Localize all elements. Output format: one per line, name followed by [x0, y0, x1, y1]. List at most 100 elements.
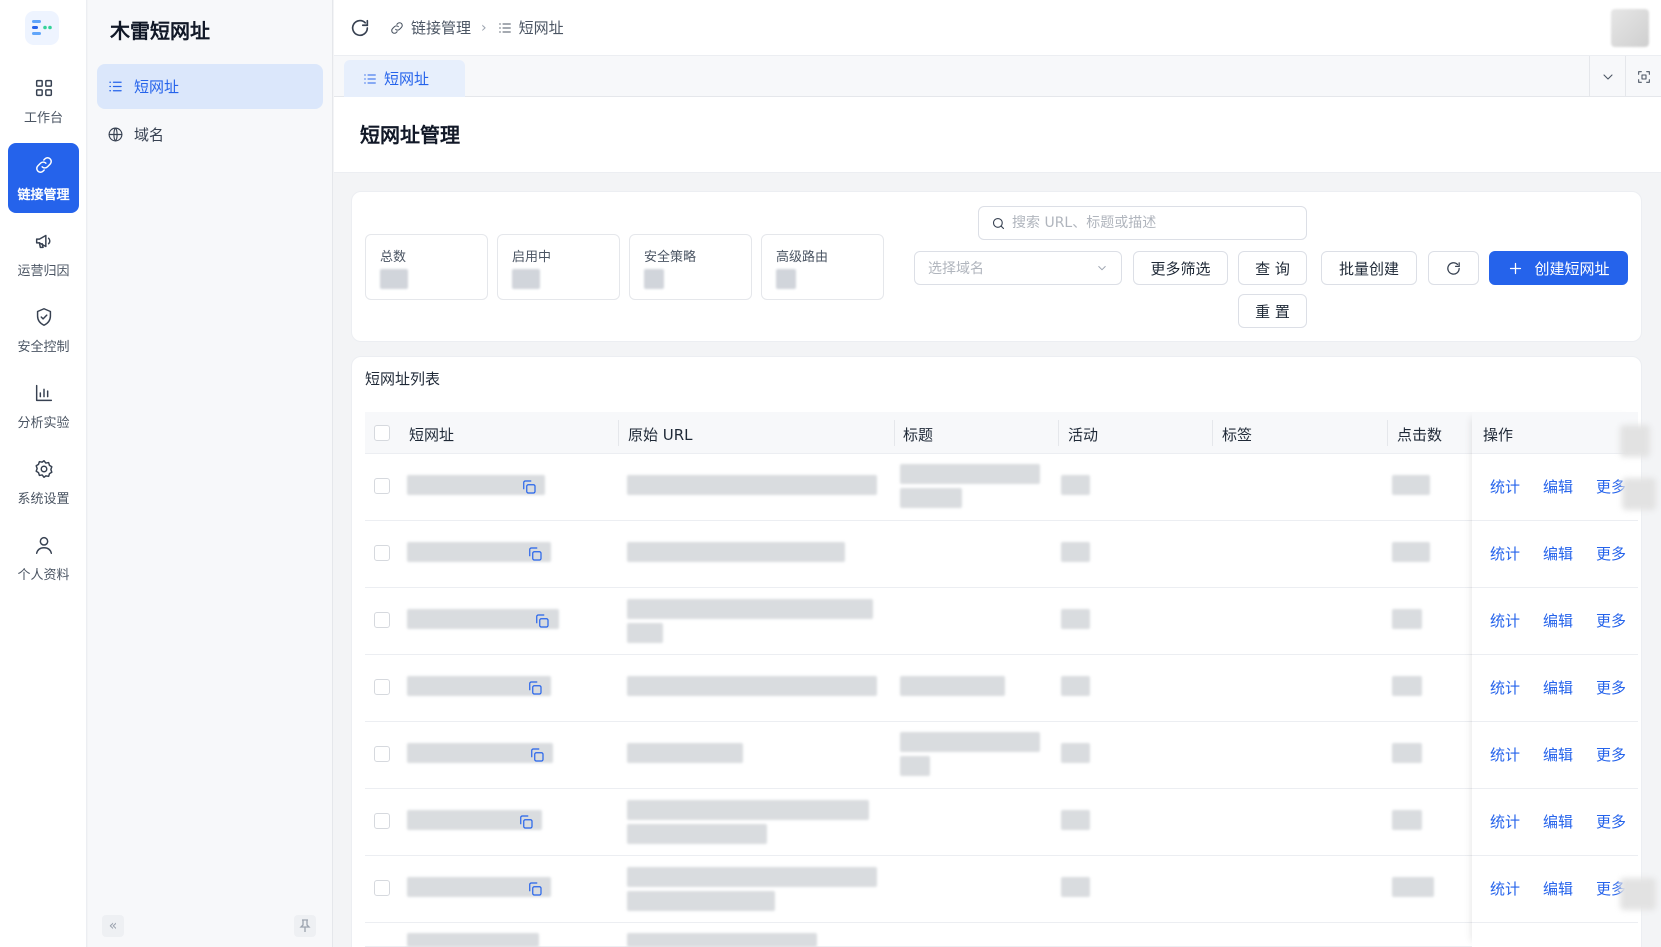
edit-link[interactable]: 编辑 — [1543, 543, 1573, 564]
table-row[interactable] — [365, 521, 1626, 588]
row-checkbox[interactable] — [374, 679, 390, 695]
campaign-cell — [1061, 743, 1090, 763]
table-row[interactable] — [365, 856, 1626, 923]
more-link[interactable]: 更多 — [1596, 811, 1626, 832]
row-checkbox[interactable] — [374, 478, 390, 494]
stat-label: 高级路由 — [776, 250, 829, 265]
blurred-overlay — [1622, 478, 1656, 510]
table-row[interactable] — [365, 655, 1626, 722]
refresh-list-button[interactable] — [1428, 251, 1479, 285]
app-logo[interactable] — [25, 11, 59, 45]
stats-link[interactable]: 统计 — [1490, 677, 1520, 698]
rail-item-label: 工作台 — [23, 110, 63, 126]
copy-icon[interactable] — [526, 880, 544, 898]
actions-cell: 统计 编辑 更多 — [1472, 655, 1638, 722]
rail-item-analytics[interactable]: 分析实验 — [8, 371, 79, 441]
fullscreen-button[interactable] — [1625, 56, 1661, 97]
table-row[interactable] — [365, 588, 1626, 655]
sidebar-item-short-url[interactable]: 短网址 — [97, 64, 323, 109]
stats-link[interactable]: 统计 — [1490, 610, 1520, 631]
row-checkbox[interactable] — [374, 612, 390, 628]
top-header: 链接管理 › 短网址 — [334, 0, 1661, 56]
select-all-checkbox[interactable] — [374, 425, 390, 441]
link-icon — [35, 156, 52, 173]
table-row[interactable] — [365, 454, 1626, 521]
column-header-clicks[interactable]: 点击数 — [1397, 424, 1442, 445]
sidebar-item-domain[interactable]: 域名 — [97, 112, 323, 157]
title-cell — [900, 732, 1040, 752]
campaign-cell — [1061, 877, 1090, 897]
gear-icon — [34, 459, 53, 478]
actions-cell: 统计 编辑 更多 — [1472, 454, 1638, 521]
edit-link[interactable]: 编辑 — [1543, 476, 1573, 497]
more-link[interactable]: 更多 — [1596, 610, 1626, 631]
reset-button[interactable]: 重 置 — [1238, 294, 1307, 328]
rail-item-label: 个人资料 — [17, 567, 70, 583]
column-header-campaign[interactable]: 活动 — [1068, 424, 1098, 445]
row-checkbox[interactable] — [374, 545, 390, 561]
tab-short-url[interactable]: 短网址 — [344, 60, 465, 97]
stats-link[interactable]: 统计 — [1490, 878, 1520, 899]
edit-link[interactable]: 编辑 — [1543, 610, 1573, 631]
rail-item-settings[interactable]: 系统设置 — [8, 447, 79, 517]
column-header-title[interactable]: 标题 — [903, 424, 933, 445]
actions-header-cell: 操作 — [1472, 412, 1638, 454]
create-short-url-button[interactable]: 创建短网址 — [1489, 251, 1628, 285]
chevron-down-icon — [1602, 73, 1613, 80]
rail-item-workbench[interactable]: 工作台 — [8, 66, 79, 136]
campaign-cell — [1061, 542, 1090, 562]
collapse-sidebar-icon[interactable]: « — [102, 915, 124, 937]
more-filters-button[interactable]: 更多筛选 — [1133, 251, 1228, 285]
rail-item-link-management[interactable]: 链接管理 — [8, 143, 79, 213]
more-link[interactable]: 更多 — [1596, 543, 1626, 564]
copy-icon[interactable] — [517, 813, 535, 831]
rail-item-profile[interactable]: 个人资料 — [8, 523, 79, 593]
edit-link[interactable]: 编辑 — [1543, 677, 1573, 698]
stats-link[interactable]: 统计 — [1490, 476, 1520, 497]
tabs-dropdown-button[interactable] — [1589, 56, 1625, 97]
table-row[interactable] — [365, 789, 1626, 856]
avatar[interactable] — [1611, 9, 1649, 47]
copy-icon[interactable] — [520, 478, 538, 496]
stats-link[interactable]: 统计 — [1490, 811, 1520, 832]
edit-link[interactable]: 编辑 — [1543, 878, 1573, 899]
table-row[interactable] — [365, 722, 1626, 789]
copy-icon[interactable] — [533, 612, 551, 630]
column-header-original-url[interactable]: 原始 URL — [628, 424, 693, 445]
column-header-tags[interactable]: 标签 — [1222, 424, 1252, 445]
stats-link[interactable]: 统计 — [1490, 744, 1520, 765]
short-url-cell[interactable] — [407, 933, 539, 947]
refresh-icon[interactable] — [349, 17, 371, 39]
edit-link[interactable]: 编辑 — [1543, 811, 1573, 832]
batch-create-button[interactable]: 批量创建 — [1321, 251, 1417, 285]
sidebar-item-label: 域名 — [134, 126, 165, 144]
row-checkbox[interactable] — [374, 880, 390, 896]
query-button[interactable]: 查 询 — [1238, 251, 1307, 285]
column-divider — [894, 420, 895, 446]
search-input[interactable] — [1012, 215, 1292, 231]
clicks-cell — [1392, 475, 1430, 495]
tabs-bar: 短网址 — [334, 56, 1661, 97]
rail-item-attribution[interactable]: 运营归因 — [8, 219, 79, 289]
breadcrumb-parent[interactable]: 链接管理 — [411, 17, 471, 38]
edit-link[interactable]: 编辑 — [1543, 744, 1573, 765]
table-row[interactable] — [365, 923, 1626, 947]
copy-icon[interactable] — [528, 746, 546, 764]
stats-link[interactable]: 统计 — [1490, 543, 1520, 564]
row-checkbox[interactable] — [374, 746, 390, 762]
pin-icon[interactable] — [294, 915, 316, 937]
more-link[interactable]: 更多 — [1596, 744, 1626, 765]
rail-item-label: 系统设置 — [17, 491, 70, 507]
more-link[interactable]: 更多 — [1596, 677, 1626, 698]
blurred-overlay — [1620, 425, 1650, 457]
column-header-short-url[interactable]: 短网址 — [409, 424, 454, 445]
copy-icon[interactable] — [526, 679, 544, 697]
rail-item-security[interactable]: 安全控制 — [8, 295, 79, 365]
original-url-cell — [627, 542, 845, 562]
search-box[interactable] — [978, 206, 1307, 240]
copy-icon[interactable] — [526, 545, 544, 563]
domain-select[interactable]: 选择域名 — [914, 251, 1122, 285]
actions-cell: 统计 编辑 更多 — [1472, 789, 1638, 856]
row-checkbox[interactable] — [374, 813, 390, 829]
original-url-cell — [627, 676, 877, 696]
